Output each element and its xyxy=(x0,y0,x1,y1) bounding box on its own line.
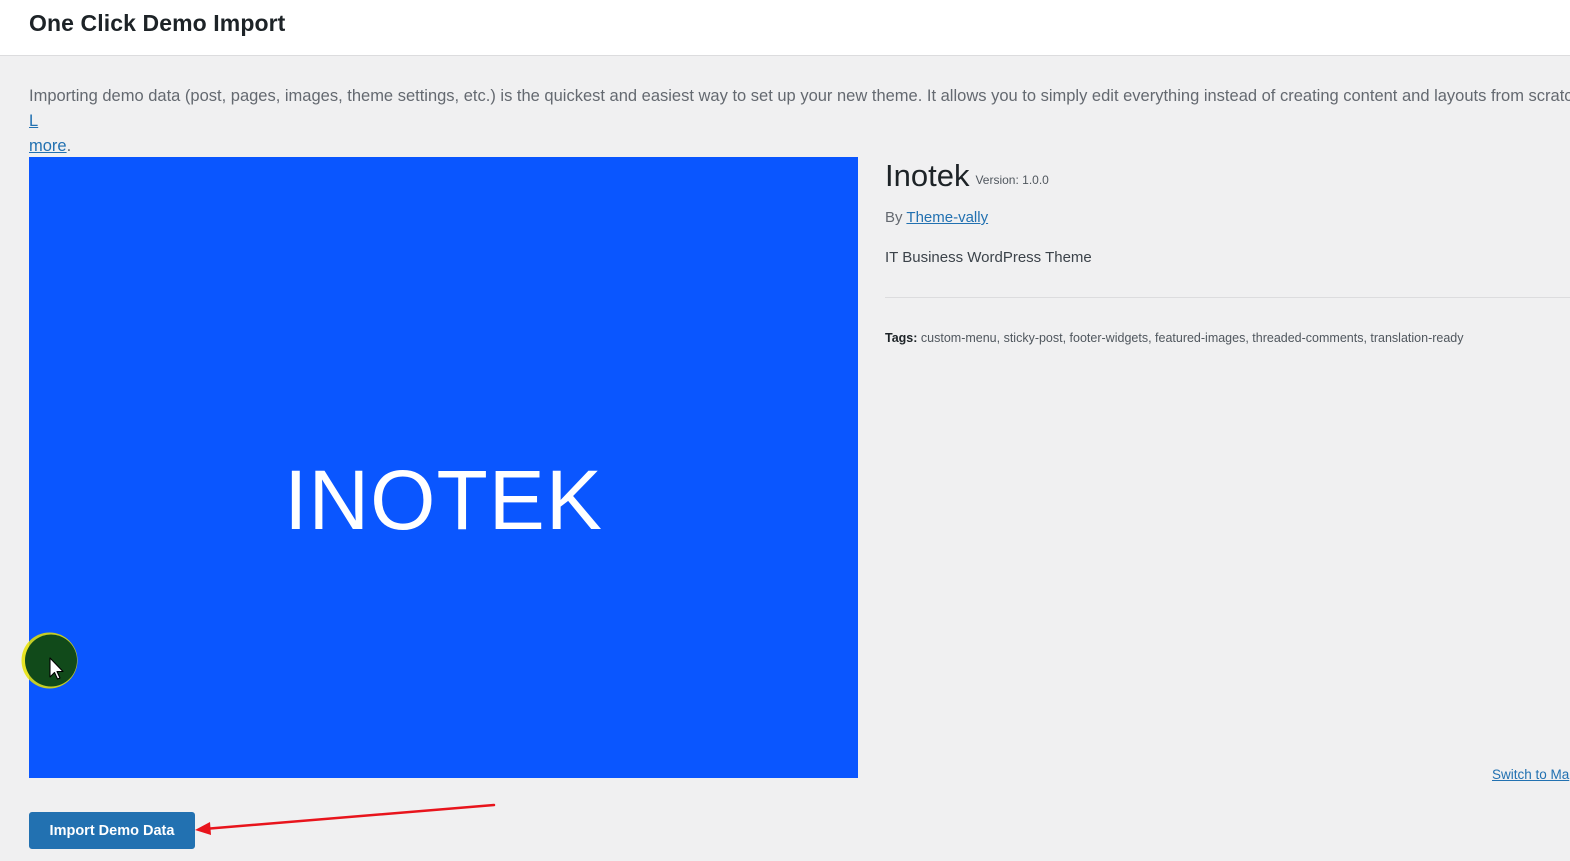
theme-description: IT Business WordPress Theme xyxy=(885,249,1092,266)
preview-logo-text: INOTEK xyxy=(284,453,603,547)
tags-label: Tags: xyxy=(885,331,918,345)
theme-name-text: Inotek xyxy=(885,158,970,193)
annotation-arrow-icon xyxy=(195,803,496,835)
theme-tags: Tags: custom-menu, sticky-post, footer-w… xyxy=(885,331,1464,345)
top-bar: One Click Demo Import xyxy=(0,0,1570,56)
divider xyxy=(885,297,1570,298)
switch-link[interactable]: Switch to Ma xyxy=(1492,767,1569,782)
theme-author: By Theme-vally xyxy=(885,209,988,226)
tags-list: custom-menu, sticky-post, footer-widgets… xyxy=(920,331,1464,345)
intro-text: Importing demo data (post, pages, images… xyxy=(29,84,1570,159)
by-label: By xyxy=(885,209,907,226)
mouse-cursor-icon xyxy=(21,632,78,689)
author-link[interactable]: Theme-vally xyxy=(906,209,988,226)
learn-more-link[interactable]: Lmore xyxy=(29,112,67,155)
theme-name: Inotek Version: 1.0.0 xyxy=(885,158,1049,194)
theme-preview-image: INOTEK xyxy=(29,157,858,778)
theme-version: Version: 1.0.0 xyxy=(975,173,1049,187)
page-title: One Click Demo Import xyxy=(29,10,286,36)
intro-description: Importing demo data (post, pages, images… xyxy=(29,87,1570,105)
import-demo-data-button[interactable]: Import Demo Data xyxy=(29,812,195,849)
